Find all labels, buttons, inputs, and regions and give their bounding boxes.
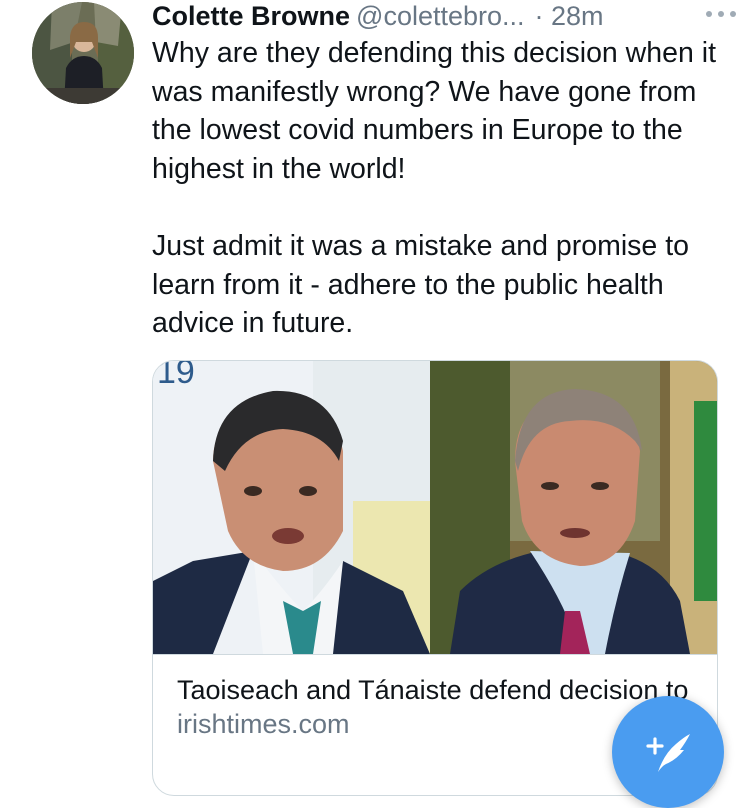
card-image-corner-text: 19: [157, 361, 195, 391]
tweet-timestamp[interactable]: · 28m: [535, 1, 604, 31]
more-dots-icon[interactable]: [706, 6, 736, 22]
tweet-paragraph: Why are they defending this decision whe…: [152, 37, 716, 185]
author-handle[interactable]: @colettebro...: [356, 1, 525, 31]
tweet-paragraph: Just admit it was a mistake and promise …: [152, 229, 689, 340]
author-name[interactable]: Colette Browne: [152, 1, 350, 31]
compose-tweet-icon: [646, 734, 690, 772]
tweet[interactable]: Colette Browne @colettebro... · 28m Why ar…: [0, 0, 750, 808]
card-title[interactable]: Taoiseach and Tánaiste defend decision t…: [177, 673, 697, 707]
tweet-body: Why are they defending this decision whe…: [152, 34, 722, 343]
avatar[interactable]: [32, 2, 134, 104]
card-photo-right: [430, 361, 717, 654]
card-photo-left: 19: [153, 361, 430, 654]
compose-tweet-button[interactable]: [612, 696, 724, 808]
tweet-header: Colette Browne @colettebro... · 28m: [152, 0, 722, 34]
card-image[interactable]: 19: [153, 361, 717, 655]
